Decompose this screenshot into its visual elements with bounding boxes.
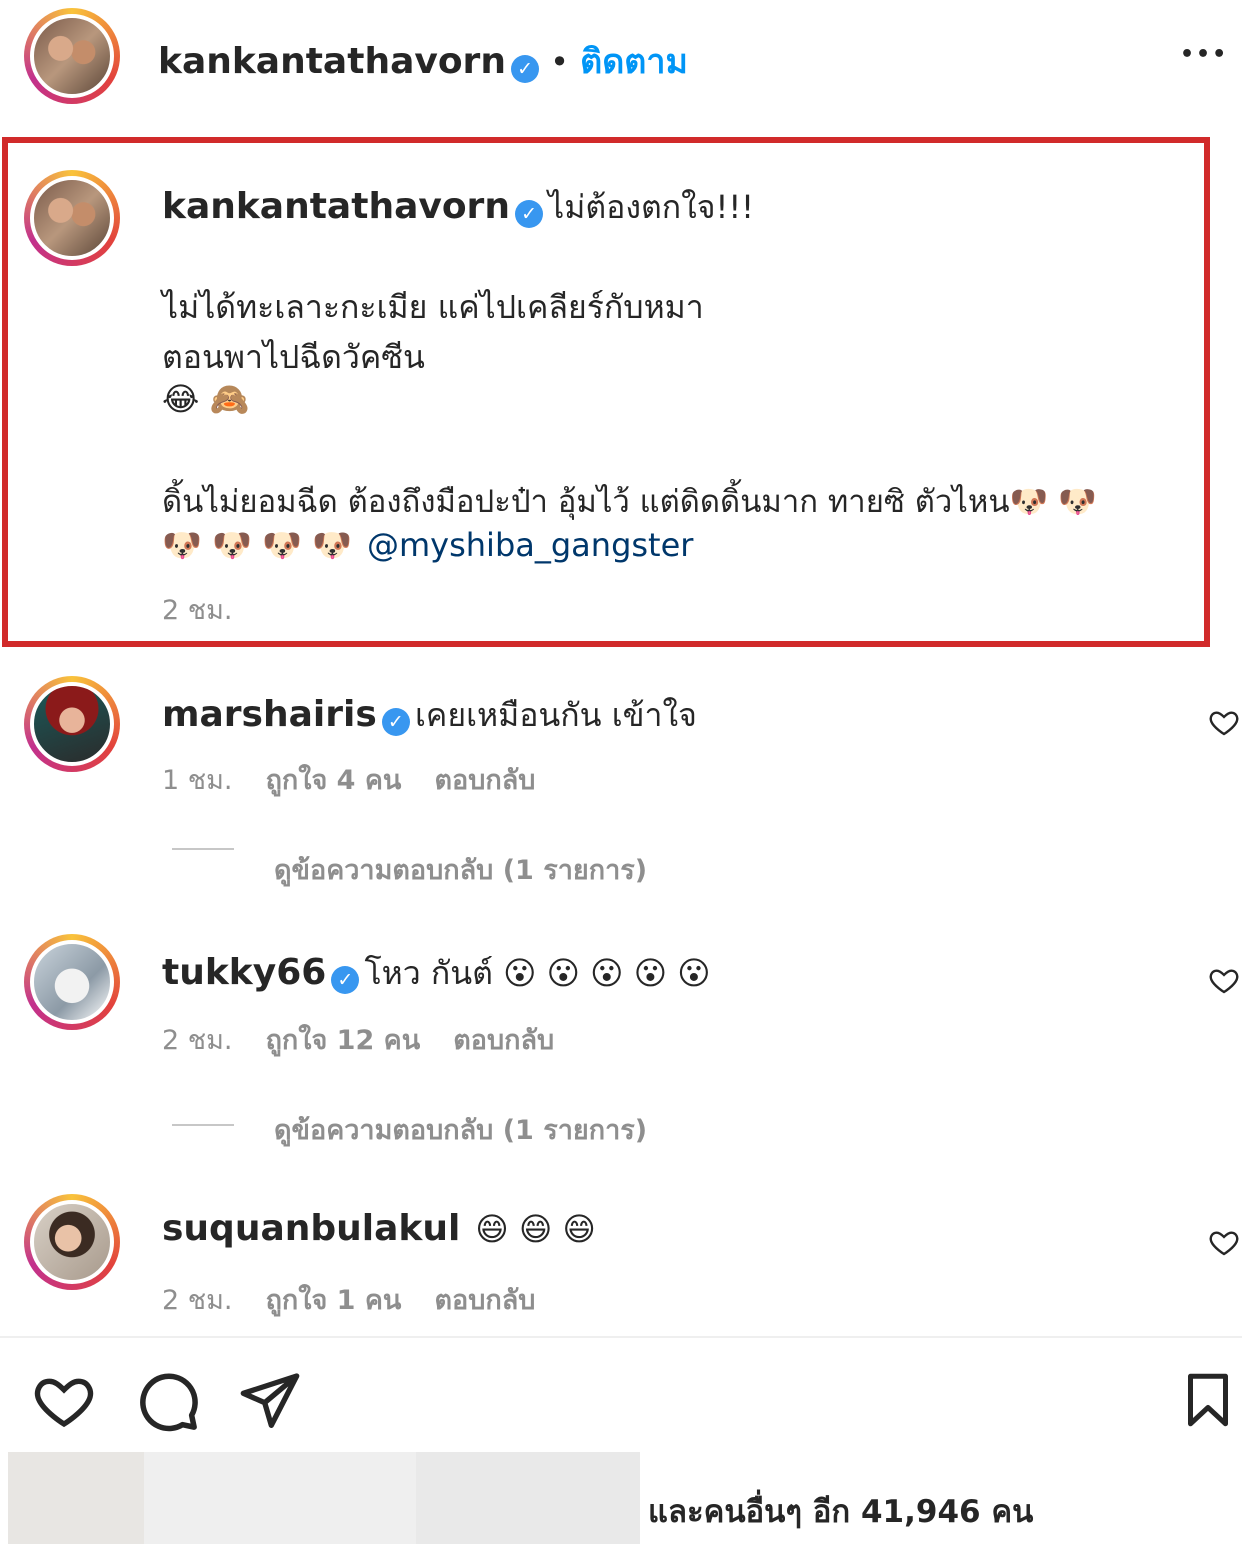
comment-line: suquanbulakul 😄 😄 😄 — [162, 1208, 596, 1249]
reply-button[interactable]: ตอบกลับ — [434, 765, 535, 796]
comment-avatar[interactable] — [24, 676, 120, 772]
reply-button[interactable]: ตอบกลับ — [453, 1025, 554, 1056]
comment-time: 2 ชม. — [162, 1025, 233, 1056]
comment-line: tukky66 ✓ โหว กันต์ 😮 😮 😮 😮 😮 — [162, 948, 711, 999]
actions-divider — [0, 1336, 1242, 1338]
view-replies-button[interactable]: ดูข้อความตอบกลับ (1 รายการ) — [274, 848, 647, 891]
comment-likes[interactable]: ถูกใจ 1 คน — [266, 1285, 402, 1316]
comment-likes[interactable]: ถูกใจ 12 คน — [266, 1025, 421, 1056]
mention-link[interactable]: @myshiba_gangster — [367, 526, 693, 564]
liked-by-placeholder — [144, 1452, 416, 1544]
comment-meta: 2 ชม. ถูกใจ 1 คน ตอบกลับ — [162, 1278, 535, 1321]
reply-button[interactable]: ตอบกลับ — [434, 1285, 535, 1316]
view-replies-line — [172, 848, 234, 850]
comment-time: 2 ชม. — [162, 1285, 233, 1316]
heart-icon[interactable] — [30, 1368, 98, 1432]
post-author-username[interactable]: kankantathavorn — [158, 41, 506, 82]
comment-likes[interactable]: ถูกใจ 4 คน — [266, 765, 402, 796]
caption-first-line: kankantathavorn ✓ ไม่ต้องตกใจ!!! — [162, 182, 754, 233]
verified-badge-icon: ✓ — [511, 54, 540, 83]
comment-avatar[interactable] — [24, 1194, 120, 1290]
caption-line-2: ตอนพาไปฉีดวัคซีน — [162, 338, 425, 376]
share-icon[interactable] — [238, 1368, 302, 1432]
caption-line-3: ดิ้นไม่ยอมฉีด ต้องถึงมือปะป๋า อุ้มไว้ แต… — [162, 484, 1097, 520]
comment-avatar[interactable] — [24, 934, 120, 1030]
comment-text: 😄 😄 😄 — [475, 1210, 596, 1248]
comment-like-heart-icon[interactable] — [1208, 706, 1240, 738]
caption-author-username[interactable]: kankantathavorn — [162, 186, 510, 227]
caption-title: ไม่ต้องตกใจ!!! — [548, 188, 754, 226]
bookmark-icon[interactable] — [1178, 1368, 1238, 1432]
liked-by-placeholder — [416, 1452, 640, 1544]
follow-button[interactable]: ติดตาม — [580, 42, 688, 82]
caption-line-4: 🐶 🐶 🐶 🐶 @myshiba_gangster — [162, 526, 693, 564]
view-replies-button[interactable]: ดูข้อความตอบกลับ (1 รายการ) — [274, 1108, 647, 1151]
liked-by-placeholder — [8, 1452, 144, 1544]
comment-text: เคยเหมือนกัน เข้าใจ — [414, 696, 697, 734]
dog-emoji-group: 🐶 🐶 🐶 🐶 — [162, 526, 352, 564]
post-author-avatar[interactable] — [24, 8, 120, 104]
caption-timestamp: 2 ชม. — [162, 595, 233, 626]
verified-badge-icon: ✓ — [331, 965, 360, 994]
separator-dot: • — [550, 43, 570, 81]
comment-like-heart-icon[interactable] — [1208, 1226, 1240, 1258]
post-header: kankantathavorn ✓ • ติดตาม — [158, 34, 688, 88]
caption-emoji-line: 😂 🙈 — [162, 380, 250, 418]
caption-author-avatar[interactable] — [24, 170, 120, 266]
comment-time: 1 ชม. — [162, 765, 233, 796]
likes-count-text[interactable]: และคนอื่นๆ อีก 41,946 คน — [648, 1486, 1033, 1536]
caption-line-1: ไม่ได้ทะเลาะกะเมีย แค่ไปเคลียร์กับหมา — [162, 288, 704, 326]
verified-badge-icon: ✓ — [515, 199, 544, 228]
comment-line: marshairis ✓ เคยเหมือนกัน เข้าใจ — [162, 690, 697, 741]
comment-like-heart-icon[interactable] — [1208, 964, 1240, 996]
comment-username[interactable]: suquanbulakul — [162, 1208, 460, 1249]
comment-username[interactable]: marshairis — [162, 694, 377, 735]
comment-icon[interactable] — [134, 1368, 202, 1434]
comment-meta: 1 ชม. ถูกใจ 4 คน ตอบกลับ — [162, 758, 535, 801]
comment-username[interactable]: tukky66 — [162, 952, 326, 993]
more-options-icon[interactable]: ••• — [1180, 42, 1228, 67]
view-replies-line — [172, 1124, 234, 1126]
comment-meta: 2 ชม. ถูกใจ 12 คน ตอบกลับ — [162, 1018, 554, 1061]
comment-text: โหว กันต์ 😮 😮 😮 😮 😮 — [364, 954, 711, 992]
verified-badge-icon: ✓ — [381, 707, 410, 736]
